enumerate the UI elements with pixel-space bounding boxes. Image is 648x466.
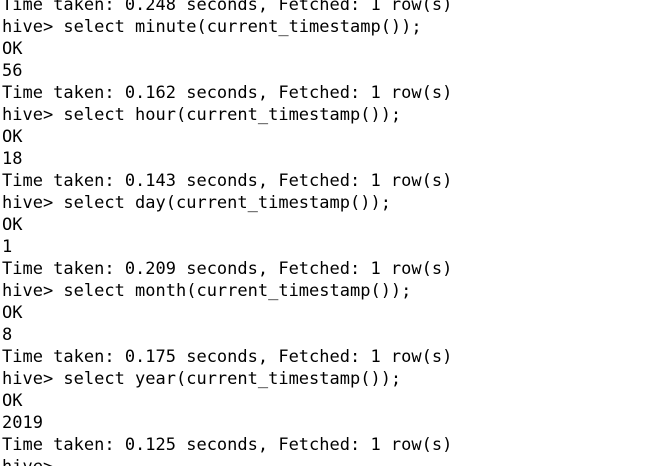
output-line: Time taken: 0.248 seconds, Fetched: 1 ro… [2,0,453,15]
active-prompt-line[interactable]: hive> [2,456,452,466]
output-line: 8 [2,325,13,345]
command-line: hive> select day(current_timestamp()); [2,193,391,213]
output-line: OK [2,127,23,147]
command-line: hive> select year(current_timestamp()); [2,369,402,389]
output-line: OK [2,215,23,235]
output-line: Time taken: 0.175 seconds, Fetched: 1 ro… [2,347,453,367]
output-line: Time taken: 0.125 seconds, Fetched: 1 ro… [2,435,453,455]
output-line: 2019 [2,413,43,433]
output-line: Time taken: 0.162 seconds, Fetched: 1 ro… [2,83,453,103]
output-line: OK [2,303,23,323]
terminal-window[interactable]: Time taken: 0.248 seconds, Fetched: 1 ro… [0,0,648,466]
output-line: Time taken: 0.143 seconds, Fetched: 1 ro… [2,171,453,191]
output-line: OK [2,39,23,59]
command-line: hive> select minute(current_timestamp())… [2,17,422,37]
output-line: 56 [2,61,23,81]
output-line: 18 [2,149,23,169]
output-line: 1 [2,237,13,257]
command-line: hive> select hour(current_timestamp()); [2,105,402,125]
output-line: OK [2,391,23,411]
command-line: hive> select month(current_timestamp()); [2,281,412,301]
terminal-output: Time taken: 0.248 seconds, Fetched: 1 ro… [2,0,452,466]
prompt-text: hive> [2,457,63,466]
output-line: Time taken: 0.209 seconds, Fetched: 1 ro… [2,259,453,279]
